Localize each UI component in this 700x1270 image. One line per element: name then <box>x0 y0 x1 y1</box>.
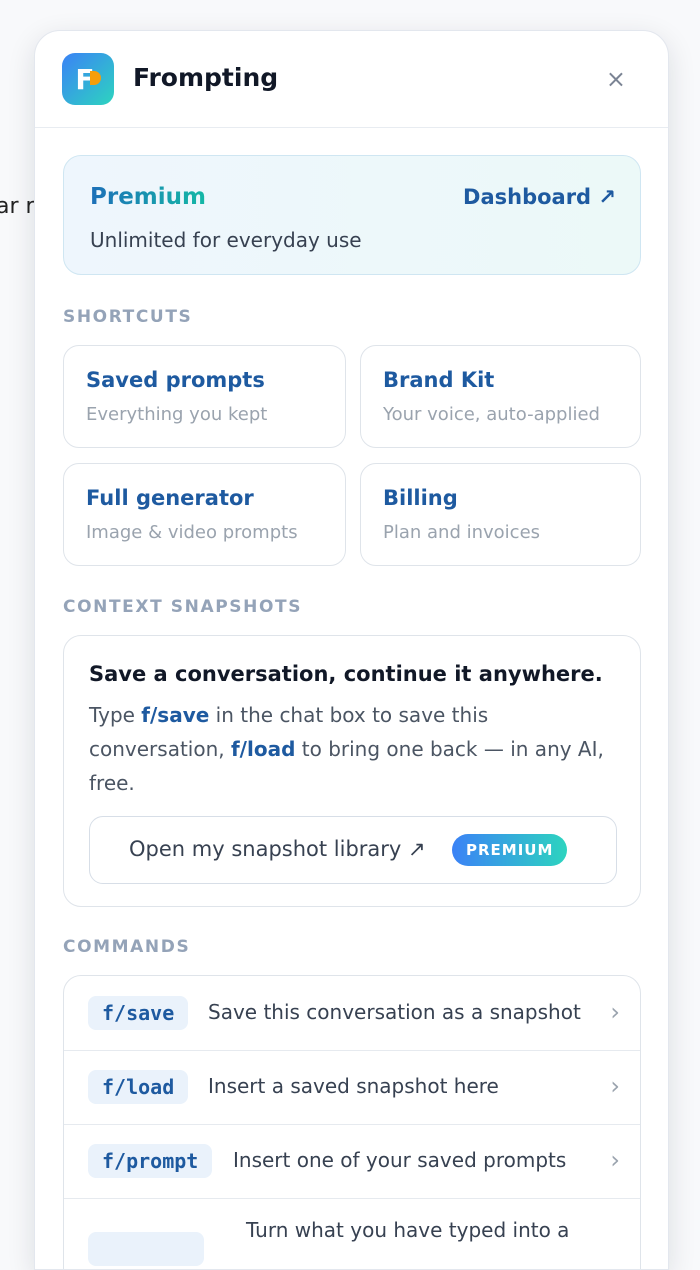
command-description: Insert one of your saved prompts <box>233 1148 567 1172</box>
open-snapshot-library-button[interactable]: Open my snapshot library ↗ PREMIUM <box>89 816 617 884</box>
shortcut-title: Full generator <box>86 486 254 510</box>
snapshot-library-label: Open my snapshot library ↗ <box>129 837 426 861</box>
command-chip <box>88 1232 204 1266</box>
close-icon[interactable]: × <box>606 65 626 93</box>
snapshot-text: Type <box>89 703 142 727</box>
app-title: Frompting <box>133 63 279 92</box>
panel-header: F Frompting × <box>35 31 668 128</box>
premium-title: Premium <box>90 184 206 210</box>
extension-panel: F Frompting × Premium Dashboard ↗ Unlimi… <box>34 30 669 1270</box>
shortcut-saved-prompts[interactable]: Saved prompts Everything you kept <box>63 345 346 448</box>
chevron-right-icon: › <box>610 998 620 1026</box>
commands-list: f/save Save this conversation as a snaps… <box>63 975 641 1269</box>
premium-subtitle: Unlimited for everyday use <box>90 228 362 252</box>
snapshot-heading: Save a conversation, continue it anywher… <box>89 662 603 686</box>
command-description: Insert a saved snapshot here <box>208 1074 499 1098</box>
shortcut-title: Brand Kit <box>383 368 495 392</box>
command-chip: f/prompt <box>88 1144 213 1178</box>
command-description: Save this conversation as a snapshot <box>208 1000 581 1024</box>
shortcut-subtitle: Your voice, auto-applied <box>383 404 600 425</box>
command-row-rewrite[interactable]: Turn what you have typed into a <box>64 1198 640 1269</box>
command-description: Turn what you have typed into a <box>246 1218 570 1242</box>
chevron-right-icon: › <box>610 1146 620 1174</box>
background-page-text: ar r <box>0 194 35 219</box>
dashboard-link[interactable]: Dashboard ↗ <box>463 185 616 209</box>
shortcut-brand-kit[interactable]: Brand Kit Your voice, auto-applied <box>360 345 641 448</box>
shortcut-billing[interactable]: Billing Plan and invoices <box>360 463 641 566</box>
snapshot-card: Save a conversation, continue it anywher… <box>63 635 641 907</box>
shortcut-subtitle: Everything you kept <box>86 404 268 425</box>
premium-badge: PREMIUM <box>452 834 568 866</box>
snapshot-description: Type f/save in the chat box to save this… <box>89 698 629 800</box>
command-chip: f/load <box>88 1070 189 1104</box>
chevron-right-icon: › <box>610 1072 620 1100</box>
shortcut-subtitle: Image & video prompts <box>86 522 298 543</box>
logo-accent <box>90 71 101 85</box>
command-row-save[interactable]: f/save Save this conversation as a snaps… <box>64 976 640 1051</box>
command-row-load[interactable]: f/load Insert a saved snapshot here › <box>64 1050 640 1125</box>
snapshot-cmd-load: f/load <box>230 737 296 761</box>
command-row-prompt[interactable]: f/prompt Insert one of your saved prompt… <box>64 1124 640 1199</box>
section-label-context-snapshots: CONTEXT SNAPSHOTS <box>63 597 303 617</box>
app-logo-icon: F <box>62 53 114 105</box>
section-label-shortcuts: SHORTCUTS <box>63 307 193 327</box>
section-label-commands: COMMANDS <box>63 937 191 957</box>
shortcut-full-generator[interactable]: Full generator Image & video prompts <box>63 463 346 566</box>
shortcut-subtitle: Plan and invoices <box>383 522 541 543</box>
shortcut-title: Saved prompts <box>86 368 265 392</box>
shortcut-title: Billing <box>383 486 458 510</box>
snapshot-cmd-save: f/save <box>141 703 210 727</box>
premium-card: Premium Dashboard ↗ Unlimited for everyd… <box>63 155 641 275</box>
command-chip: f/save <box>88 996 189 1030</box>
